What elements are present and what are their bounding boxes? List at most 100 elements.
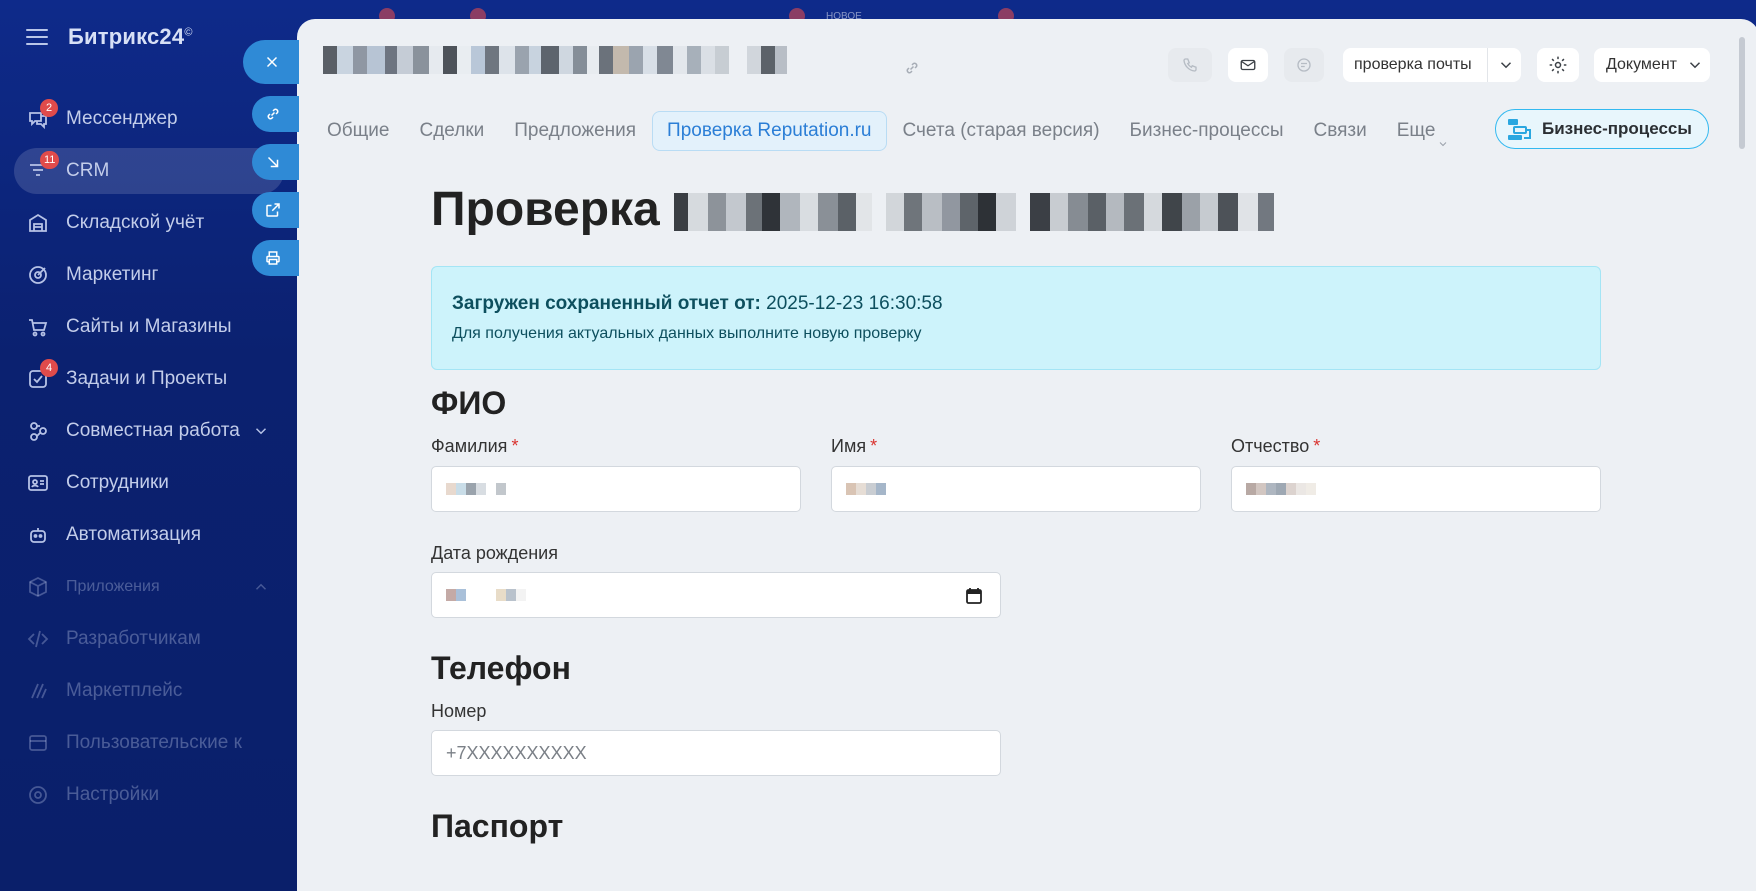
sidebar-item-label: Мессенджер xyxy=(66,108,178,129)
employees-icon xyxy=(26,471,50,495)
birth-date-input[interactable] xyxy=(431,572,1001,618)
alert-line-1: Загружен сохраненный отчет от: 2025-12-2… xyxy=(452,293,1580,315)
entity-slider-panel: проверка почты Документ Общие Сделки Пре… xyxy=(297,19,1756,891)
menu-burger-icon[interactable] xyxy=(26,29,48,45)
print-button[interactable] xyxy=(252,240,299,276)
chevron-up-icon[interactable] xyxy=(252,578,270,596)
minimize-slider-button[interactable] xyxy=(252,144,299,180)
sidebar-item-tasks[interactable]: 4 Задачи и Проекты xyxy=(14,356,284,402)
email-button[interactable] xyxy=(1228,48,1268,82)
document-dropdown[interactable]: Документ xyxy=(1594,48,1710,82)
chat-button[interactable] xyxy=(1284,48,1324,82)
sidebar-item-sites[interactable]: Сайты и Магазины xyxy=(14,304,284,350)
tab-relations[interactable]: Связи xyxy=(1300,111,1381,151)
sidebar-item-marketplace[interactable]: Маркетплейс xyxy=(14,668,284,714)
copy-link-icon[interactable] xyxy=(903,59,921,77)
section-title-fio: ФИО xyxy=(431,385,507,421)
last-name-label-text: Фамилия xyxy=(431,436,508,456)
phone-number-input[interactable]: +7XXXXXXXXXX xyxy=(431,730,1001,776)
left-sidebar: Битрикс24© 2 Мессенджер 11 CRM Складской… xyxy=(0,0,300,891)
mail-icon xyxy=(1240,59,1256,71)
sidebar-item-custom[interactable]: Пользовательские к xyxy=(14,720,284,766)
calendar-icon[interactable] xyxy=(964,586,984,606)
copy-link-button[interactable] xyxy=(252,96,299,132)
collaboration-icon xyxy=(26,419,50,443)
alert-note: Для получения актуальных данных выполнит… xyxy=(452,325,922,342)
chat-icon xyxy=(1297,58,1311,72)
notification-badge: 4 xyxy=(40,359,58,377)
tab-more[interactable]: Еще xyxy=(1383,111,1464,151)
tab-proposals[interactable]: Предложения xyxy=(500,111,650,151)
middle-name-label-text: Отчество xyxy=(1231,436,1310,456)
sidebar-item-messenger[interactable]: 2 Мессенджер xyxy=(14,96,284,142)
chevron-down-icon[interactable] xyxy=(1497,56,1515,74)
scrollbar-thumb[interactable] xyxy=(1739,37,1745,149)
phone-placeholder: +7XXXXXXXXXX xyxy=(446,742,587,763)
chevron-down-icon[interactable] xyxy=(252,422,270,440)
close-slider-button[interactable] xyxy=(243,40,299,84)
sidebar-item-label: Сотрудники xyxy=(66,472,169,493)
sidebar-item-warehouse[interactable]: Складской учёт xyxy=(14,200,284,246)
sidebar-item-collaboration[interactable]: Совместная работа xyxy=(14,408,284,454)
arrow-down-right-icon xyxy=(267,156,279,168)
close-icon xyxy=(266,56,278,68)
automation-icon xyxy=(26,523,50,547)
logo-row: Битрикс24© xyxy=(26,22,193,52)
sidebar-item-crm[interactable]: 11 CRM xyxy=(14,148,284,194)
call-button[interactable] xyxy=(1168,48,1212,82)
required-mark: * xyxy=(870,436,878,456)
chevron-down-icon xyxy=(1437,125,1449,147)
last-name-input[interactable] xyxy=(431,466,801,512)
required-mark: * xyxy=(1313,436,1321,456)
bitrix24-logo[interactable]: Битрикс24© xyxy=(68,24,193,50)
sidebar-item-label: Маркетплейс xyxy=(66,680,183,701)
sidebar-item-marketing[interactable]: Маркетинг xyxy=(14,252,284,298)
redacted-value xyxy=(1246,483,1326,495)
sidebar-nav: 2 Мессенджер 11 CRM Складской учёт Марке… xyxy=(14,96,284,824)
marketplace-icon xyxy=(26,679,50,703)
phone-number-label: Номер xyxy=(431,701,487,721)
custom-icon xyxy=(26,731,50,755)
app-viewport: Битрикс24© 2 Мессенджер 11 CRM Складской… xyxy=(0,0,1756,891)
external-link-icon xyxy=(266,203,280,217)
sidebar-item-developers[interactable]: Разработчикам xyxy=(14,616,284,662)
sidebar-item-label: Маркетинг xyxy=(66,264,159,285)
sidebar-item-label: Задачи и Проекты xyxy=(66,368,228,389)
sidebar-item-label: Совместная работа xyxy=(66,420,240,441)
tab-business-processes[interactable]: Бизнес-процессы xyxy=(1116,111,1298,151)
tab-more-label: Еще xyxy=(1396,120,1436,141)
marketing-icon xyxy=(26,263,50,287)
tab-invoices-old[interactable]: Счета (старая версия) xyxy=(889,111,1114,151)
business-process-icon xyxy=(1506,116,1532,142)
last-name-label: Фамилия * xyxy=(431,436,518,457)
section-title-phone: Телефон xyxy=(431,650,571,686)
sidebar-item-apps[interactable]: Приложения xyxy=(14,564,284,610)
page-title: Проверка xyxy=(431,179,1274,239)
split-divider xyxy=(1487,48,1488,82)
phone-icon xyxy=(1183,58,1197,72)
first-name-input[interactable] xyxy=(831,466,1201,512)
tab-deals[interactable]: Сделки xyxy=(405,111,498,151)
tab-general[interactable]: Общие xyxy=(313,111,403,151)
check-mail-label: проверка почты xyxy=(1354,56,1472,73)
redacted-title-pixels xyxy=(323,46,883,74)
sidebar-item-automation[interactable]: Автоматизация xyxy=(14,512,284,558)
settings-button[interactable] xyxy=(1537,48,1579,82)
code-icon xyxy=(26,627,50,651)
sidebar-item-employees[interactable]: Сотрудники xyxy=(14,460,284,506)
sidebar-item-label: CRM xyxy=(66,160,110,181)
document-label: Документ xyxy=(1606,56,1677,73)
open-in-new-window-button[interactable] xyxy=(252,192,299,228)
tab-reputation-check[interactable]: Проверка Reputation.ru xyxy=(652,111,887,151)
entity-title-redacted xyxy=(323,46,883,76)
alert-datetime: 2025-12-23 16:30:58 xyxy=(766,293,943,314)
middle-name-input[interactable] xyxy=(1231,466,1601,512)
first-name-label: Имя * xyxy=(831,436,877,457)
sidebar-item-label: Пользовательские к xyxy=(66,732,242,753)
check-mail-split-button[interactable]: проверка почты xyxy=(1343,48,1521,82)
crm-funnel-icon: 11 xyxy=(26,151,60,183)
alert-bold-text: Загружен сохраненный отчет от: xyxy=(452,293,761,314)
business-processes-button[interactable]: Бизнес-процессы xyxy=(1495,109,1709,149)
middle-name-label: Отчество * xyxy=(1231,436,1320,457)
birth-date-label: Дата рождения xyxy=(431,543,558,563)
